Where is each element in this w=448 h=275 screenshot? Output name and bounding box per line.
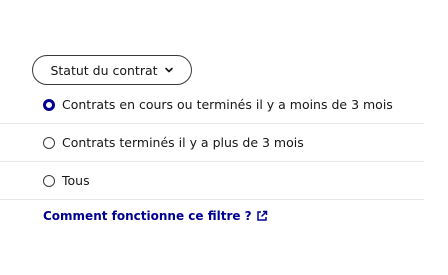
option-label: Tous bbox=[62, 173, 90, 188]
option-label: Contrats terminés il y a plus de 3 mois bbox=[62, 135, 304, 150]
option-label: Contrats en cours ou terminés il y a moi… bbox=[62, 97, 393, 112]
radio-selected[interactable] bbox=[43, 98, 55, 111]
chevron-down-icon bbox=[164, 65, 174, 75]
filter-help-link[interactable]: Comment fonctionne ce filtre ? bbox=[43, 209, 268, 223]
filter-label: Statut du contrat bbox=[50, 62, 158, 78]
option-old-contracts[interactable]: Contrats terminés il y a plus de 3 mois bbox=[0, 124, 424, 162]
option-all-contracts[interactable]: Tous bbox=[0, 162, 424, 200]
filter-options-list: Contrats en cours ou terminés il y a moi… bbox=[0, 86, 424, 200]
radio-unselected[interactable] bbox=[43, 136, 55, 149]
help-link-label: Comment fonctionne ce filtre ? bbox=[43, 209, 252, 223]
contract-status-filter-button[interactable]: Statut du contrat bbox=[32, 55, 192, 85]
external-link-icon bbox=[256, 210, 268, 222]
radio-unselected[interactable] bbox=[43, 174, 55, 187]
option-recent-contracts[interactable]: Contrats en cours ou terminés il y a moi… bbox=[0, 86, 424, 124]
